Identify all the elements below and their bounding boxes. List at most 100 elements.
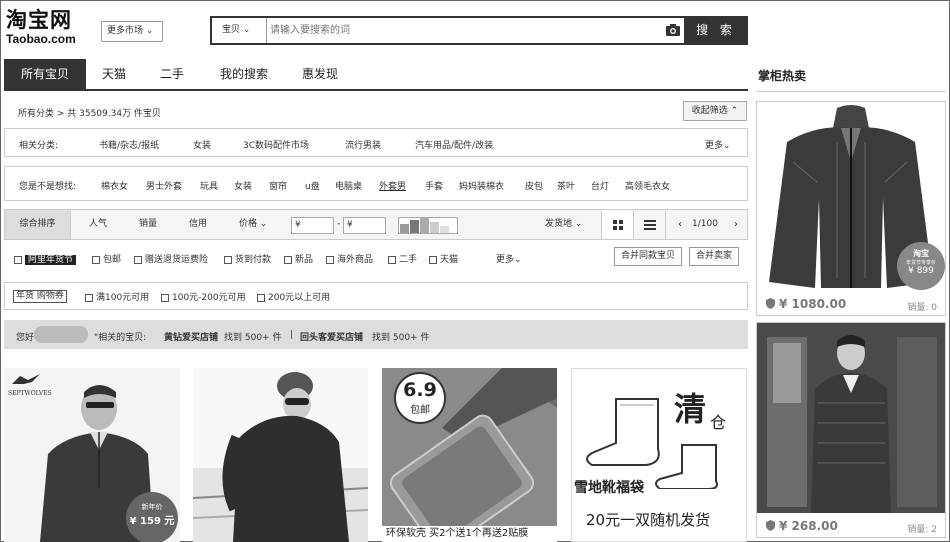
notice-shop-link[interactable]: 黄钻爱买店铺	[164, 330, 218, 343]
prev-page-icon[interactable]: ‹	[678, 219, 682, 230]
filter-more-button[interactable]: 更多⌄	[496, 252, 522, 265]
related-item[interactable]: 3C数码配件市场	[243, 138, 309, 151]
suggestion-item[interactable]: 手套	[425, 179, 443, 192]
related-more-button[interactable]: 更多⌄	[705, 138, 731, 151]
checkbox-icon[interactable]	[85, 293, 93, 302]
price-max-input[interactable]: ¥	[343, 217, 386, 234]
filter-second-hand[interactable]: 二手	[388, 252, 417, 265]
collapse-filter-button[interactable]: 收起筛选 ⌃	[683, 101, 747, 121]
merge-same-button[interactable]: 合并同款宝贝	[614, 247, 682, 266]
coupon-label: 100元-200元可用	[172, 293, 246, 303]
suggestion-item[interactable]: 女装	[234, 179, 252, 192]
ship-from-dropdown[interactable]: 发货地 ⌄	[545, 210, 582, 239]
notice-shop-link[interactable]: 回头客爱买店铺	[300, 330, 363, 343]
hot-product-card[interactable]: ¥ 268.00 销量: 2	[756, 322, 946, 538]
list-view-icon[interactable]	[633, 210, 665, 239]
filter-cod[interactable]: 货到付款	[224, 252, 271, 265]
taobao-logo[interactable]: 淘宝网 Taobao.com	[6, 8, 90, 47]
badge-label: 新年价	[141, 503, 163, 511]
suggestion-item[interactable]: 茶叶	[557, 179, 575, 192]
sort-sales[interactable]: 销量	[139, 210, 157, 239]
filter-festival[interactable]: 阿里年货节	[14, 252, 77, 265]
suggestion-item[interactable]: 窗帘	[269, 179, 287, 192]
related-item[interactable]: 女装	[193, 138, 211, 151]
search-input[interactable]	[270, 21, 660, 40]
checkbox-icon[interactable]	[284, 255, 292, 264]
checkbox-icon[interactable]	[224, 255, 232, 264]
suggestion-item[interactable]: 台灯	[591, 179, 609, 192]
suggestion-item[interactable]: 棉衣女	[101, 179, 128, 192]
search-button[interactable]: 搜 索	[684, 16, 748, 45]
festival-tag: 阿里年货节	[25, 255, 77, 265]
next-page-icon[interactable]: ›	[734, 219, 738, 230]
hot-product-sales: 销量: 0	[907, 303, 937, 313]
related-item[interactable]: 汽车用品/配件/改装	[415, 138, 493, 151]
hot-product-sales: 销量: 2	[907, 525, 937, 535]
coupon-option[interactable]: 100元-200元可用	[161, 290, 246, 303]
checkbox-icon[interactable]	[134, 255, 142, 264]
notice-greeting: 您好	[16, 333, 35, 343]
product-card[interactable]: 清 仓 雪地靴福袋 20元一双随机发货	[571, 368, 747, 542]
logo-english: Taobao.com	[6, 32, 76, 46]
sort-bar: 综合排序 人气 销量 信用 价格 ⌄ ¥ - ¥ 发货地 ⌄ ‹ 1/100 ›	[4, 209, 748, 240]
filter-return-insurance[interactable]: 赠送退货运费险	[134, 252, 208, 265]
tab-all-items[interactable]: 所有宝贝	[4, 59, 86, 89]
checkbox-icon[interactable]	[388, 255, 396, 264]
badge-label: 年货节专享价	[905, 260, 936, 266]
suggestion-item[interactable]: 皮包	[525, 179, 543, 192]
coupon-option[interactable]: 200元以上可用	[257, 290, 330, 303]
filter-label: 包邮	[103, 255, 122, 265]
coupon-option[interactable]: 满100元可用	[85, 290, 149, 303]
hot-product-card[interactable]: 淘宝 年货节专享价 ¥ 899 ¥ 1080.00 销量: 0	[756, 101, 946, 316]
sort-credit[interactable]: 信用	[189, 210, 207, 239]
tab-my-search[interactable]: 我的搜索	[210, 59, 278, 89]
tab-tmall[interactable]: 天猫	[92, 59, 136, 89]
related-item[interactable]: 书籍/杂志/报纸	[99, 138, 159, 151]
related-item[interactable]: 流行男装	[345, 138, 381, 151]
more-markets-dropdown[interactable]: 更多市场 ⌄	[101, 21, 163, 42]
notice-count: 找到 500+ 件	[224, 333, 282, 343]
brand-name: SEPTWOLVES	[8, 390, 52, 397]
suggestion-item[interactable]: 妈妈装棉衣	[459, 179, 504, 192]
product-card[interactable]: SEPTWOLVES 新年价 ¥ 159 元	[4, 368, 180, 542]
suggestion-item[interactable]: u盘	[305, 179, 320, 192]
product-line1: 雪地靴福袋	[574, 480, 644, 496]
sidebar-divider	[756, 91, 946, 92]
checkbox-icon[interactable]	[161, 293, 169, 302]
filter-label: 新品	[295, 255, 314, 265]
checkbox-icon[interactable]	[429, 255, 437, 264]
checkbox-icon[interactable]	[257, 293, 265, 302]
suggestion-item[interactable]: 高领毛衣女	[625, 179, 670, 192]
suggestion-item[interactable]: 电脑桌	[335, 179, 362, 192]
merge-sellers-button[interactable]: 合并卖家	[689, 247, 739, 266]
sort-popularity[interactable]: 人气	[89, 210, 107, 239]
checkbox-icon[interactable]	[14, 255, 22, 264]
pager: ‹ 1/100 ›	[665, 210, 747, 239]
notice-divider: |	[290, 330, 294, 340]
filter-free-shipping[interactable]: 包邮	[92, 252, 121, 265]
filter-tmall[interactable]: 天猫	[429, 252, 458, 265]
camera-icon[interactable]	[665, 23, 681, 37]
suggestion-item[interactable]: 男士外套	[146, 179, 182, 192]
grid-view-icon[interactable]	[601, 210, 633, 239]
product-card[interactable]: 6.9 包邮 环保软壳 买2个送1个再送2贴膜	[382, 368, 557, 542]
suggestion-item[interactable]: 外套男	[379, 179, 406, 192]
suggestion-item[interactable]: 玩具	[200, 179, 218, 192]
filter-overseas[interactable]: 海外商品	[326, 252, 373, 265]
checkbox-icon[interactable]	[326, 255, 334, 264]
price-min-input[interactable]: ¥	[291, 217, 334, 234]
filter-new[interactable]: 新品	[284, 252, 313, 265]
suggestions-label: 您是不是想找:	[19, 182, 77, 192]
tab-deals[interactable]: 惠发现	[292, 59, 348, 89]
sort-price[interactable]: 价格 ⌄	[239, 210, 267, 239]
search-category-select[interactable]: 宝贝 ⌄	[212, 18, 267, 43]
tab-second-hand[interactable]: 二手	[150, 59, 194, 89]
coupon-tag: 年货 购物券	[13, 290, 67, 303]
related-label: 相关分类:	[19, 141, 59, 151]
sort-default[interactable]: 综合排序	[5, 210, 71, 239]
blurred-username	[34, 326, 88, 343]
product-card[interactable]	[193, 368, 368, 542]
checkbox-icon[interactable]	[92, 255, 100, 264]
price-range-histogram[interactable]	[398, 217, 458, 234]
coupon-label: 满100元可用	[96, 293, 150, 303]
